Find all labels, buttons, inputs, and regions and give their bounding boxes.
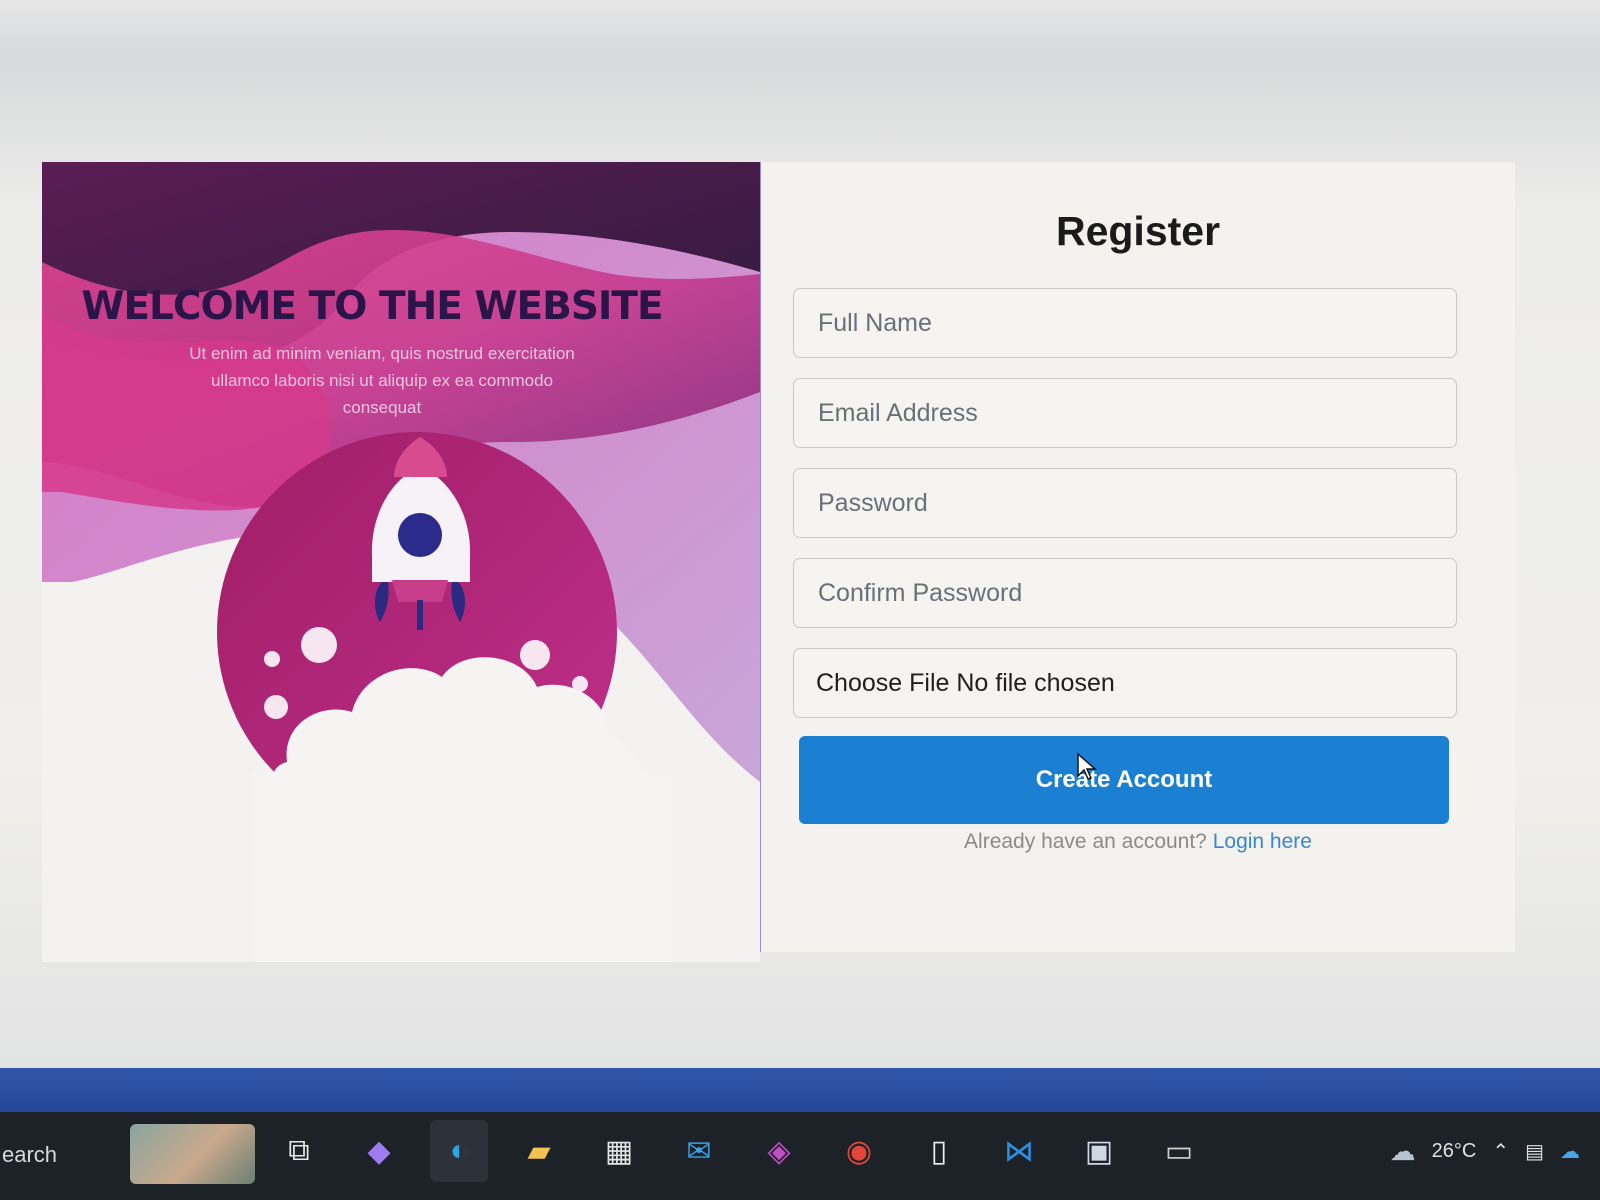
vscode-icon[interactable]: ⋈ xyxy=(990,1120,1048,1182)
file-upload-field[interactable]: Choose File No file chosen xyxy=(793,648,1457,718)
create-account-button[interactable]: Create Account xyxy=(799,736,1449,824)
store-icon[interactable]: ▦ xyxy=(590,1120,648,1182)
remote-desktop-icon[interactable]: ▣ xyxy=(1070,1120,1128,1182)
taskbar-search[interactable]: earch xyxy=(0,1130,142,1180)
chevron-up-icon[interactable]: ⌃ xyxy=(1492,1139,1509,1164)
weather-temperature[interactable]: 26°C xyxy=(1432,1140,1477,1163)
email-field[interactable] xyxy=(793,378,1457,448)
password-field[interactable] xyxy=(793,468,1457,538)
browser-top-bar xyxy=(0,0,1600,59)
chrome-icon[interactable]: ◉ xyxy=(830,1120,888,1182)
file-upload-label[interactable]: Choose File No file chosen xyxy=(816,669,1115,698)
password-input[interactable] xyxy=(816,487,1434,519)
terminal-icon[interactable]: ▭ xyxy=(1150,1120,1208,1182)
onedrive-icon[interactable]: ☁ xyxy=(1560,1139,1580,1164)
confirm-password-input[interactable] xyxy=(816,577,1434,609)
window-bottom-edge xyxy=(0,1068,1600,1112)
m365-icon[interactable]: ◈ xyxy=(750,1120,808,1182)
network-icon[interactable]: ▤ xyxy=(1525,1139,1544,1164)
confirm-password-field[interactable] xyxy=(793,558,1457,628)
file-explorer-icon[interactable]: ▰ xyxy=(510,1120,568,1182)
email-input[interactable] xyxy=(816,397,1434,429)
full-name-input[interactable] xyxy=(816,307,1434,339)
register-title: Register xyxy=(1055,208,1221,254)
taskbar-icons: ⧉ ◆ ◐ ▰ ▦ ✉ ◈ ◉ ▯ ⋈ ▣ ▭ xyxy=(270,1120,1208,1192)
weather-icon[interactable]: ☁ xyxy=(1390,1136,1416,1167)
welcome-hero-panel: WELCOME TO THE WEBSITE Ut enim ad minim … xyxy=(42,162,760,962)
taskbar: earch ⧉ ◆ ◐ ▰ ▦ ✉ ◈ ◉ ▯ ⋈ ▣ ▭ ☁ 26°C ⌃ ▤… xyxy=(0,1112,1600,1200)
edge-icon[interactable]: ◐ xyxy=(430,1120,488,1182)
search-highlight-image xyxy=(130,1124,255,1184)
mail-icon[interactable]: ✉ xyxy=(670,1120,728,1182)
hero-title: WELCOME TO THE WEBSITE xyxy=(81,284,663,329)
system-tray: ☁ 26°C ⌃ ▤ ☁ xyxy=(1390,1126,1600,1176)
login-link[interactable]: Login here xyxy=(1213,830,1312,853)
mouse-cursor-icon xyxy=(1077,752,1097,780)
task-view-icon[interactable]: ⧉ xyxy=(270,1120,328,1182)
login-prompt-text: Already have an account? xyxy=(964,830,1207,853)
register-card: Register Choose File No file chosen Crea… xyxy=(760,162,1515,952)
rocket-illustration xyxy=(42,162,760,962)
hero-subtitle: Ut enim ad minim veniam, quis nostrud ex… xyxy=(189,344,575,417)
copilot-icon[interactable]: ◆ xyxy=(350,1120,408,1182)
notepad-icon[interactable]: ▯ xyxy=(910,1120,968,1182)
full-name-field[interactable] xyxy=(793,288,1457,358)
login-prompt: Already have an account? Login here xyxy=(761,830,1515,854)
